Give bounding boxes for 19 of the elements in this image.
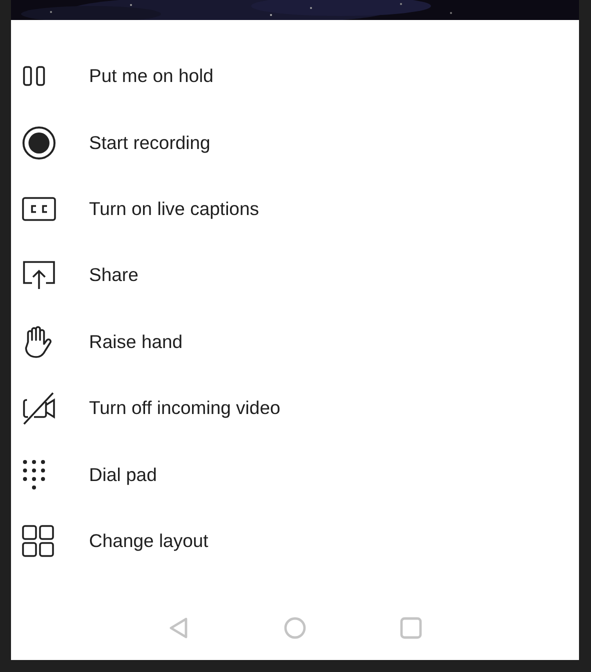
record-icon: [22, 126, 56, 160]
menu-item[interactable]: Turn on live captions: [11, 176, 579, 242]
share-screen-icon: [22, 260, 56, 290]
video-off-icon: [22, 391, 56, 426]
captions-icon: [22, 196, 56, 221]
menu-item[interactable]: Dial pad: [11, 441, 579, 508]
grid-icon: [22, 524, 54, 557]
menu-item[interactable]: Share: [11, 242, 579, 309]
menu-item[interactable]: Change layout: [11, 508, 579, 574]
back-icon[interactable]: [168, 617, 190, 640]
hand-icon: [22, 326, 54, 358]
dial-pad-icon: [22, 458, 46, 491]
menu-item[interactable]: Start recording: [11, 109, 579, 176]
menu-item[interactable]: Raise hand: [11, 308, 579, 375]
recents-icon[interactable]: [400, 617, 422, 640]
menu-item[interactable]: Turn off incoming video: [11, 374, 579, 442]
home-icon[interactable]: [284, 617, 306, 640]
pause-icon: [22, 66, 46, 86]
menu-item[interactable]: Put me on hold: [11, 43, 579, 110]
